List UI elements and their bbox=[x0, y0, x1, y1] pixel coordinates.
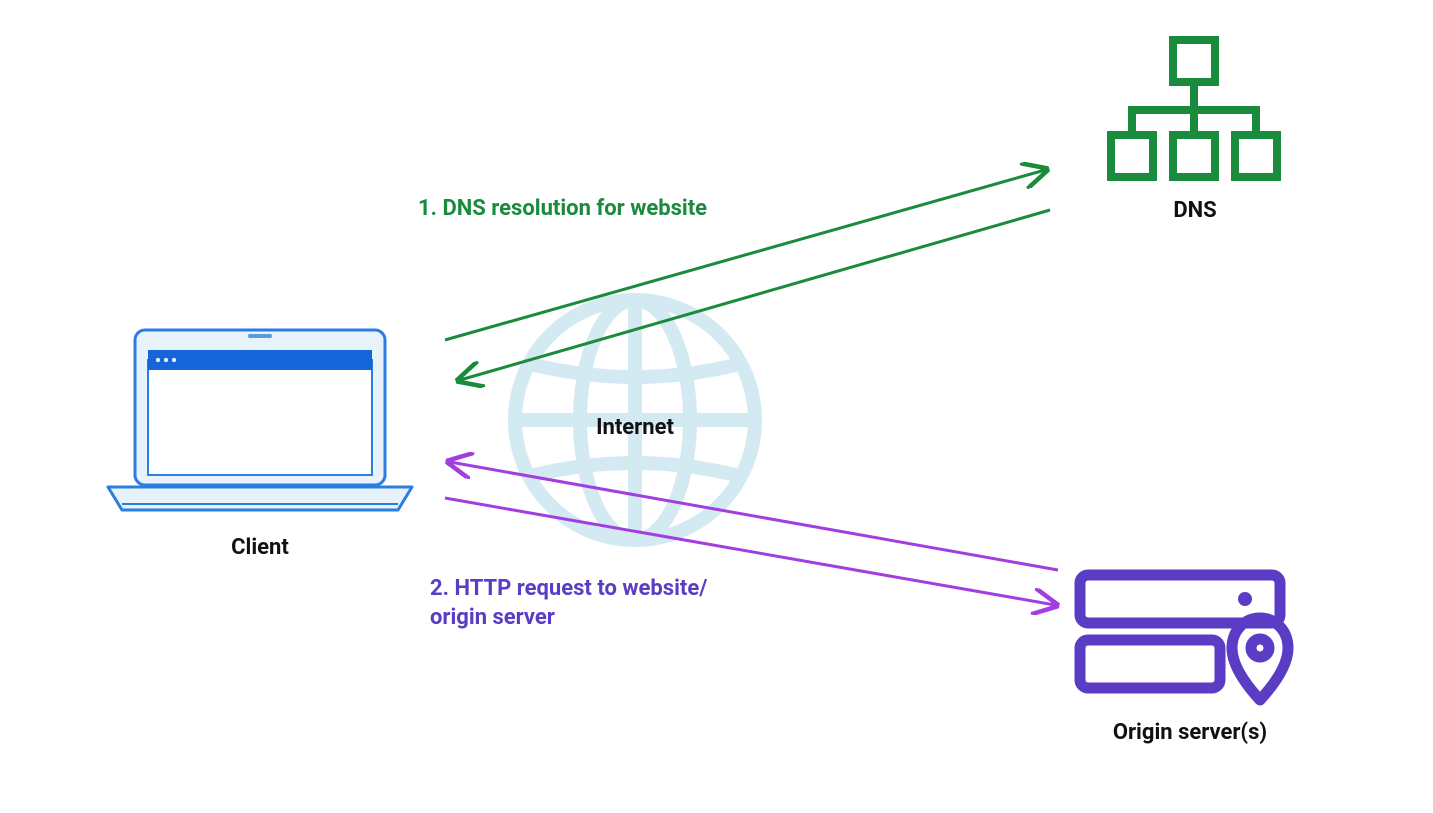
origin-label: Origin server(s) bbox=[1090, 720, 1290, 745]
http-flow-label-line1: 2. HTTP request to website/ bbox=[430, 575, 707, 604]
laptop-icon bbox=[108, 330, 412, 510]
dns-flow-label: 1. DNS resolution for website bbox=[418, 195, 707, 224]
network-diagram bbox=[0, 0, 1433, 813]
http-flow-label-line2: origin server bbox=[430, 604, 707, 633]
client-label: Client bbox=[160, 535, 360, 560]
dns-hierarchy-icon bbox=[1111, 40, 1277, 177]
origin-servers-icon bbox=[1080, 575, 1288, 700]
arrow-http-response bbox=[450, 462, 1058, 570]
internet-label: Internet bbox=[560, 415, 710, 440]
dns-label: DNS bbox=[1140, 198, 1250, 223]
arrow-dns-response bbox=[460, 210, 1050, 380]
